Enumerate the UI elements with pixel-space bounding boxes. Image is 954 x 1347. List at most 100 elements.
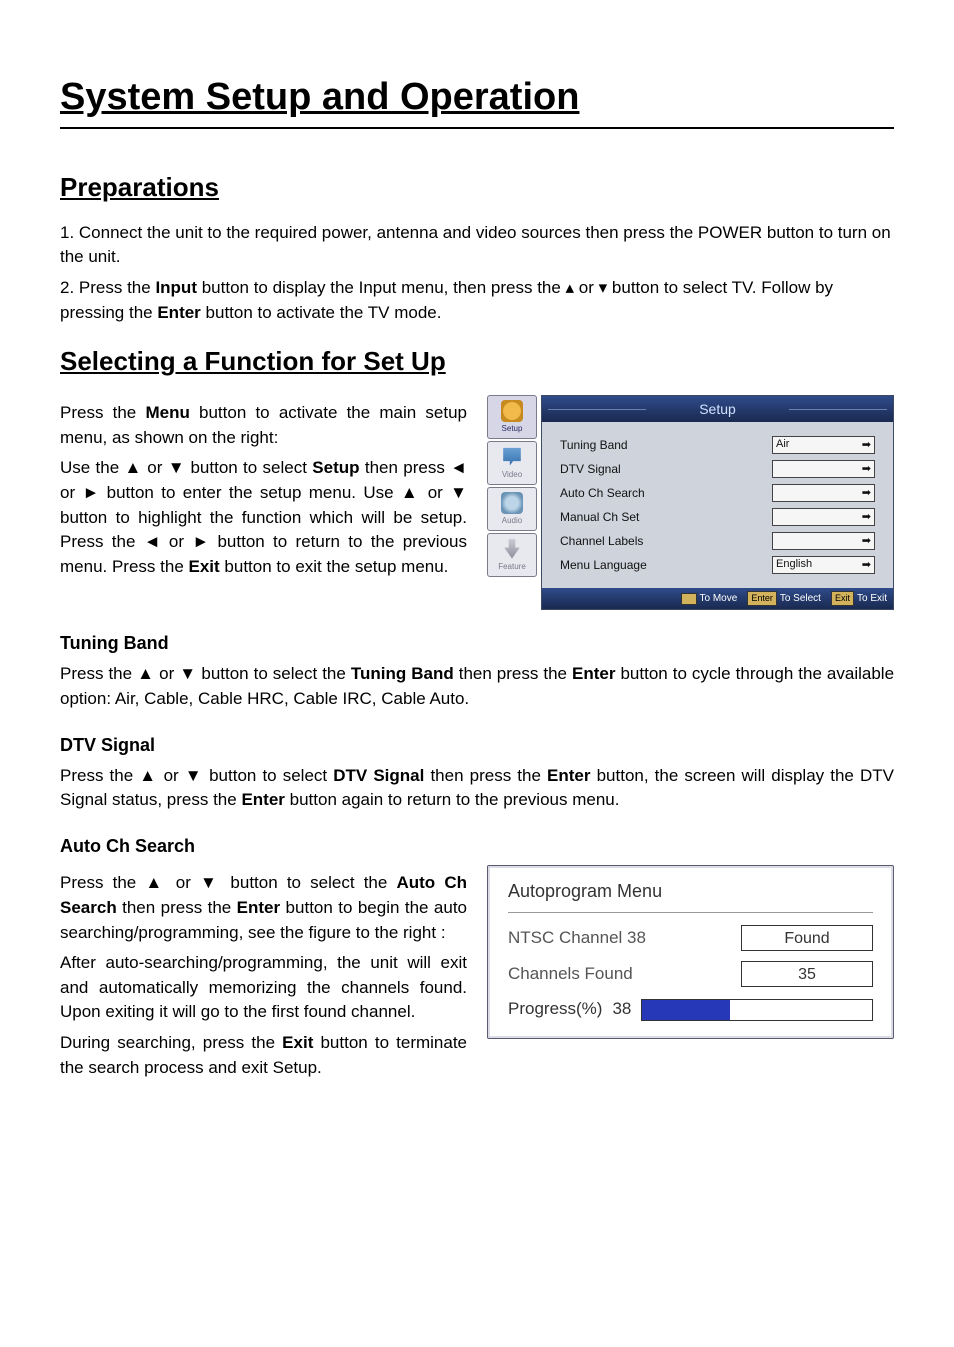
text: button again to return to the previous m…: [285, 790, 620, 809]
osd-row-channel-labels: Channel Labels ➡: [560, 532, 875, 550]
footer-select: To Select: [780, 592, 821, 607]
text: 2. Press the: [60, 278, 155, 297]
progress-fill: [642, 1000, 729, 1020]
enter-word: Enter: [157, 303, 200, 322]
enter-word: Enter: [237, 898, 280, 917]
page-title: System Setup and Operation: [60, 70, 894, 129]
heading-preparations: Preparations: [60, 169, 894, 207]
prep-step-1: 1. Connect the unit to the required powe…: [60, 221, 894, 270]
field: ➡: [772, 460, 875, 478]
osd-tab-setup: Setup: [487, 395, 537, 439]
text: then press the: [117, 898, 237, 917]
label: Manual Ch Set: [560, 509, 772, 526]
osd-title: Setup: [542, 396, 893, 422]
osd-row-tuning-band: Tuning Band Air ➡: [560, 436, 875, 454]
setup-osd-screenshot: Setup Video Audio Feature Setup: [487, 395, 894, 610]
progress-bar: [641, 999, 873, 1021]
label: NTSC Channel 38: [508, 926, 723, 951]
arrow-right-icon: ➡: [862, 440, 871, 451]
progress-label: Progress(%): [508, 997, 602, 1022]
field: English ➡: [772, 556, 875, 574]
heading-selecting: Selecting a Function for Set Up: [60, 343, 894, 381]
feature-icon: [501, 538, 523, 560]
text: Press the ▲ or ▼ button to select the: [60, 664, 351, 683]
value: Air: [776, 437, 789, 453]
text: 1. Connect the unit to the required powe…: [60, 223, 891, 267]
enter-chip: Enter: [747, 591, 777, 606]
value-box: 35: [741, 961, 873, 987]
tab-label: Feature: [498, 561, 526, 573]
osd-tab-video: Video: [487, 441, 537, 485]
text: Press the: [60, 403, 145, 422]
footer-exit: To Exit: [857, 592, 887, 607]
text: button to exit the setup menu.: [220, 557, 449, 576]
autoprogram-row-channel: NTSC Channel 38 Found: [508, 925, 873, 951]
label: DTV Signal: [560, 461, 772, 478]
osd-tab-feature: Feature: [487, 533, 537, 577]
exit-word: Exit: [189, 557, 220, 576]
selecting-p1: Press the Menu button to activate the ma…: [60, 401, 467, 450]
text: Use the ▲ or ▼ button to select: [60, 458, 312, 477]
field: ➡: [772, 508, 875, 526]
auto-ch-p2: After auto-searching/programming, the un…: [60, 951, 467, 1025]
arrow-right-icon: ➡: [862, 512, 871, 523]
text: During searching, press the: [60, 1033, 282, 1052]
gear-icon: [501, 400, 523, 422]
heading-auto-ch: Auto Ch Search: [60, 833, 894, 859]
tuning-band-p: Press the ▲ or ▼ button to select the Tu…: [60, 662, 894, 711]
tab-label: Video: [502, 469, 522, 481]
osd-row-manual-ch: Manual Ch Set ➡: [560, 508, 875, 526]
menu-word: Menu: [145, 403, 189, 422]
field: ➡: [772, 484, 875, 502]
auto-ch-p3: During searching, press the Exit button …: [60, 1031, 467, 1080]
text: Press the ▲ or ▼ button to select: [60, 766, 333, 785]
label: Tuning Band: [560, 437, 772, 454]
arrow-right-icon: ➡: [862, 536, 871, 547]
arrow-right-icon: ➡: [862, 464, 871, 475]
enter-word: Enter: [241, 790, 284, 809]
tab-label: Setup: [502, 423, 523, 435]
arrow-right-icon: ➡: [862, 488, 871, 499]
osd-tab-audio: Audio: [487, 487, 537, 531]
progress-value: 38: [612, 997, 631, 1022]
autoprogram-row-found: Channels Found 35: [508, 961, 873, 987]
setup-word: Setup: [312, 458, 359, 477]
field: Air ➡: [772, 436, 875, 454]
label: Channel Labels: [560, 533, 772, 550]
audio-icon: [501, 492, 523, 514]
bold: DTV Signal: [333, 766, 424, 785]
heading-dtv-signal: DTV Signal: [60, 732, 894, 758]
auto-ch-p1: Press the ▲ or ▼ button to select the Au…: [60, 871, 467, 945]
enter-word: Enter: [547, 766, 590, 785]
dtv-signal-p: Press the ▲ or ▼ button to select DTV Si…: [60, 764, 894, 813]
osd-footer: To Move EnterTo Select ExitTo Exit: [542, 588, 893, 609]
exit-word: Exit: [282, 1033, 313, 1052]
tab-label: Audio: [502, 515, 522, 527]
osd-row-dtv-signal: DTV Signal ➡: [560, 460, 875, 478]
enter-word: Enter: [572, 664, 615, 683]
value: English: [776, 557, 812, 573]
text: Press the ▲ or ▼ button to select the: [60, 873, 396, 892]
input-word: Input: [155, 278, 197, 297]
autoprogram-progress-row: Progress(%) 38: [508, 997, 873, 1022]
bold: Tuning Band: [351, 664, 454, 683]
arrow-right-icon: ➡: [862, 560, 871, 571]
text: then press the: [424, 766, 547, 785]
exit-chip: Exit: [831, 591, 854, 606]
prep-step-2: 2. Press the Input button to display the…: [60, 276, 894, 325]
value-box: Found: [741, 925, 873, 951]
autoprogram-title: Autoprogram Menu: [508, 878, 873, 904]
field: ➡: [772, 532, 875, 550]
divider: [508, 912, 873, 913]
autoprogram-dialog: Autoprogram Menu NTSC Channel 38 Found C…: [487, 865, 894, 1039]
footer-move: To Move: [700, 592, 738, 607]
osd-row-menu-language: Menu Language English ➡: [560, 556, 875, 574]
label: Menu Language: [560, 557, 772, 574]
dpad-icon: [681, 593, 697, 605]
selecting-p2: Use the ▲ or ▼ button to select Setup th…: [60, 456, 467, 579]
heading-tuning-band: Tuning Band: [60, 630, 894, 656]
text: then press the: [454, 664, 572, 683]
text: button to activate the TV mode.: [201, 303, 442, 322]
label: Channels Found: [508, 962, 723, 987]
label: Auto Ch Search: [560, 485, 772, 502]
